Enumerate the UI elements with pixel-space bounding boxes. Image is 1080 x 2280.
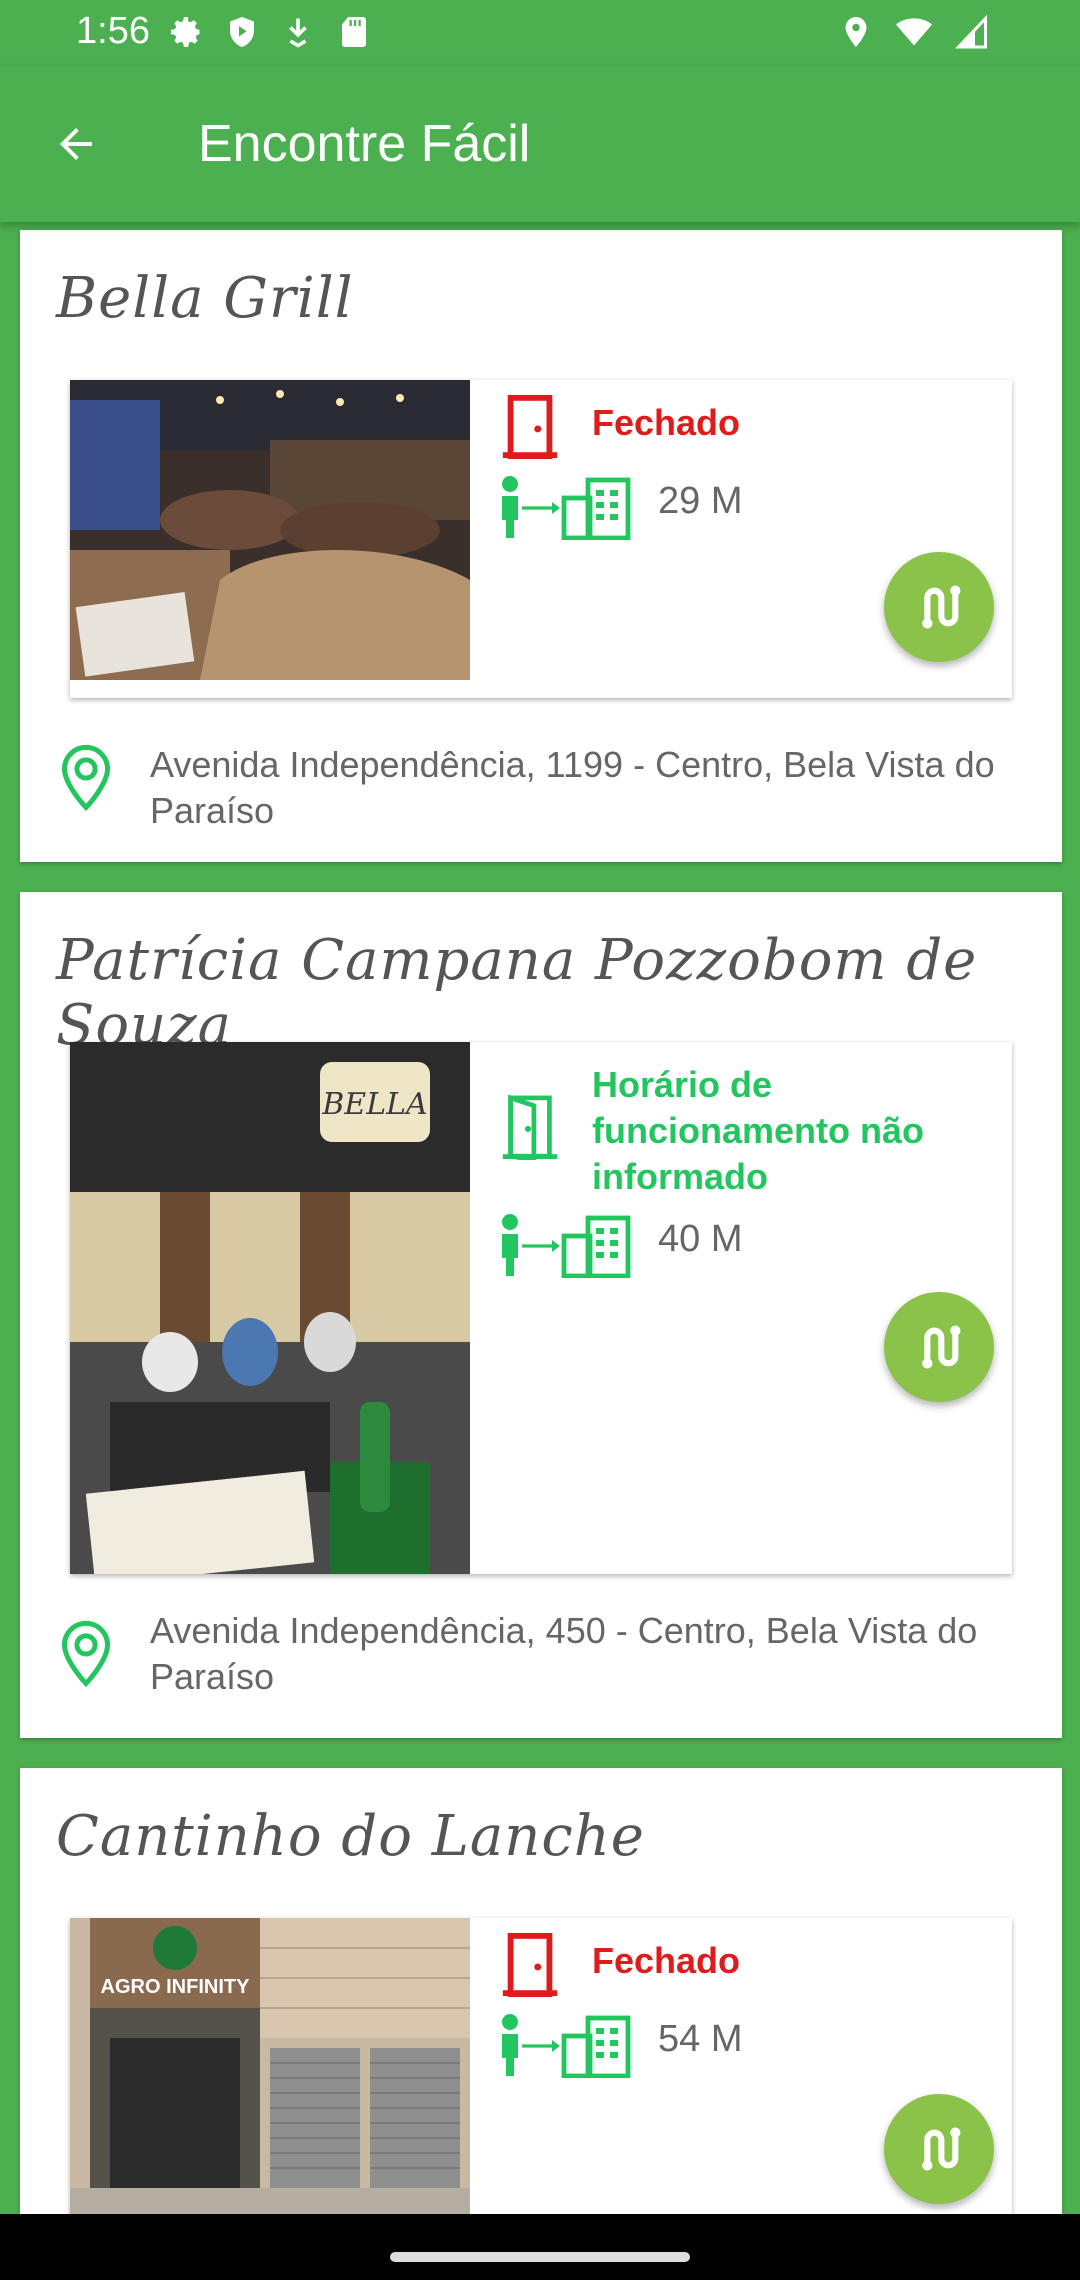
- sd-card-icon: [342, 17, 366, 47]
- back-button[interactable]: [44, 112, 108, 176]
- sign-text: BELLA: [321, 1087, 427, 1122]
- download-icon: [289, 18, 307, 48]
- place-name: Bella Grill: [56, 266, 354, 331]
- app-bar: Encontre Fácil: [0, 66, 1080, 222]
- map-pin-icon: [61, 1620, 111, 1688]
- status-time: 1:56: [76, 10, 150, 52]
- arrow-left-icon: [60, 128, 92, 160]
- status-unknown-text: Horário de funcionamento não informado: [592, 1064, 924, 1197]
- route-button[interactable]: [884, 2094, 994, 2204]
- place-photo: BELLA: [70, 1042, 470, 1574]
- wifi-icon: [896, 18, 932, 46]
- status-bar: 1:56: [0, 0, 1080, 66]
- place-photo: AGRO INFINITY: [70, 1918, 470, 2214]
- place-address: Avenida Independência, 1199 - Centro, Be…: [150, 744, 995, 831]
- home-gesture-handle[interactable]: [390, 2252, 690, 2262]
- door-open-icon: [502, 1094, 558, 1160]
- distance-text: 40 M: [658, 1218, 743, 1260]
- place-address: Avenida Independência, 450 - Centro, Bel…: [150, 1610, 978, 1697]
- place-photo: [70, 380, 470, 680]
- system-navigation-bar: [0, 2214, 1080, 2280]
- settings-icon: [171, 17, 200, 48]
- place-name: Cantinho do Lanche: [56, 1804, 645, 1869]
- status-closed-text: Fechado: [592, 402, 741, 443]
- route-icon: [922, 585, 961, 629]
- location-icon: [845, 17, 867, 47]
- place-info-panel[interactable]: BELLA Horário de funcionamento não infor: [70, 1042, 1012, 1574]
- door-closed-icon: [502, 394, 558, 460]
- sign-text: AGRO INFINITY: [101, 1976, 251, 1998]
- distance-text: 29 M: [658, 480, 743, 522]
- place-card[interactable]: Cantinho do Lanche AGRO INFINITY Fechado…: [20, 1768, 1062, 2214]
- distance-text: 54 M: [658, 2018, 743, 2060]
- page-title: Encontre Fácil: [198, 115, 531, 173]
- door-closed-icon: [502, 1932, 558, 1998]
- route-icon: [922, 1325, 961, 1369]
- status-closed-text: Fechado: [592, 1940, 741, 1981]
- map-pin-icon: [61, 744, 111, 812]
- signal-icon: [955, 14, 987, 49]
- route-icon: [922, 2127, 961, 2171]
- distance-person-building-icon: [502, 2014, 631, 2078]
- place-card[interactable]: Bella Grill Fechado 29 M Avenida Indepen…: [20, 230, 1062, 862]
- distance-person-building-icon: [502, 476, 631, 540]
- distance-person-building-icon: [502, 1214, 631, 1278]
- places-list[interactable]: Bella Grill Fechado 29 M Avenida Indepen…: [0, 222, 1080, 2214]
- shield-play-icon: [230, 17, 254, 47]
- route-button[interactable]: [884, 1292, 994, 1402]
- place-name: Patrícia Campana Pozzobom de Souza: [56, 928, 978, 1058]
- place-info-panel[interactable]: Fechado 29 M: [70, 380, 1012, 698]
- route-button[interactable]: [884, 552, 994, 662]
- place-card[interactable]: Patrícia Campana Pozzobom de Souza BELLA: [20, 892, 1062, 1738]
- place-info-panel[interactable]: AGRO INFINITY Fechado 54 M: [70, 1918, 1012, 2214]
